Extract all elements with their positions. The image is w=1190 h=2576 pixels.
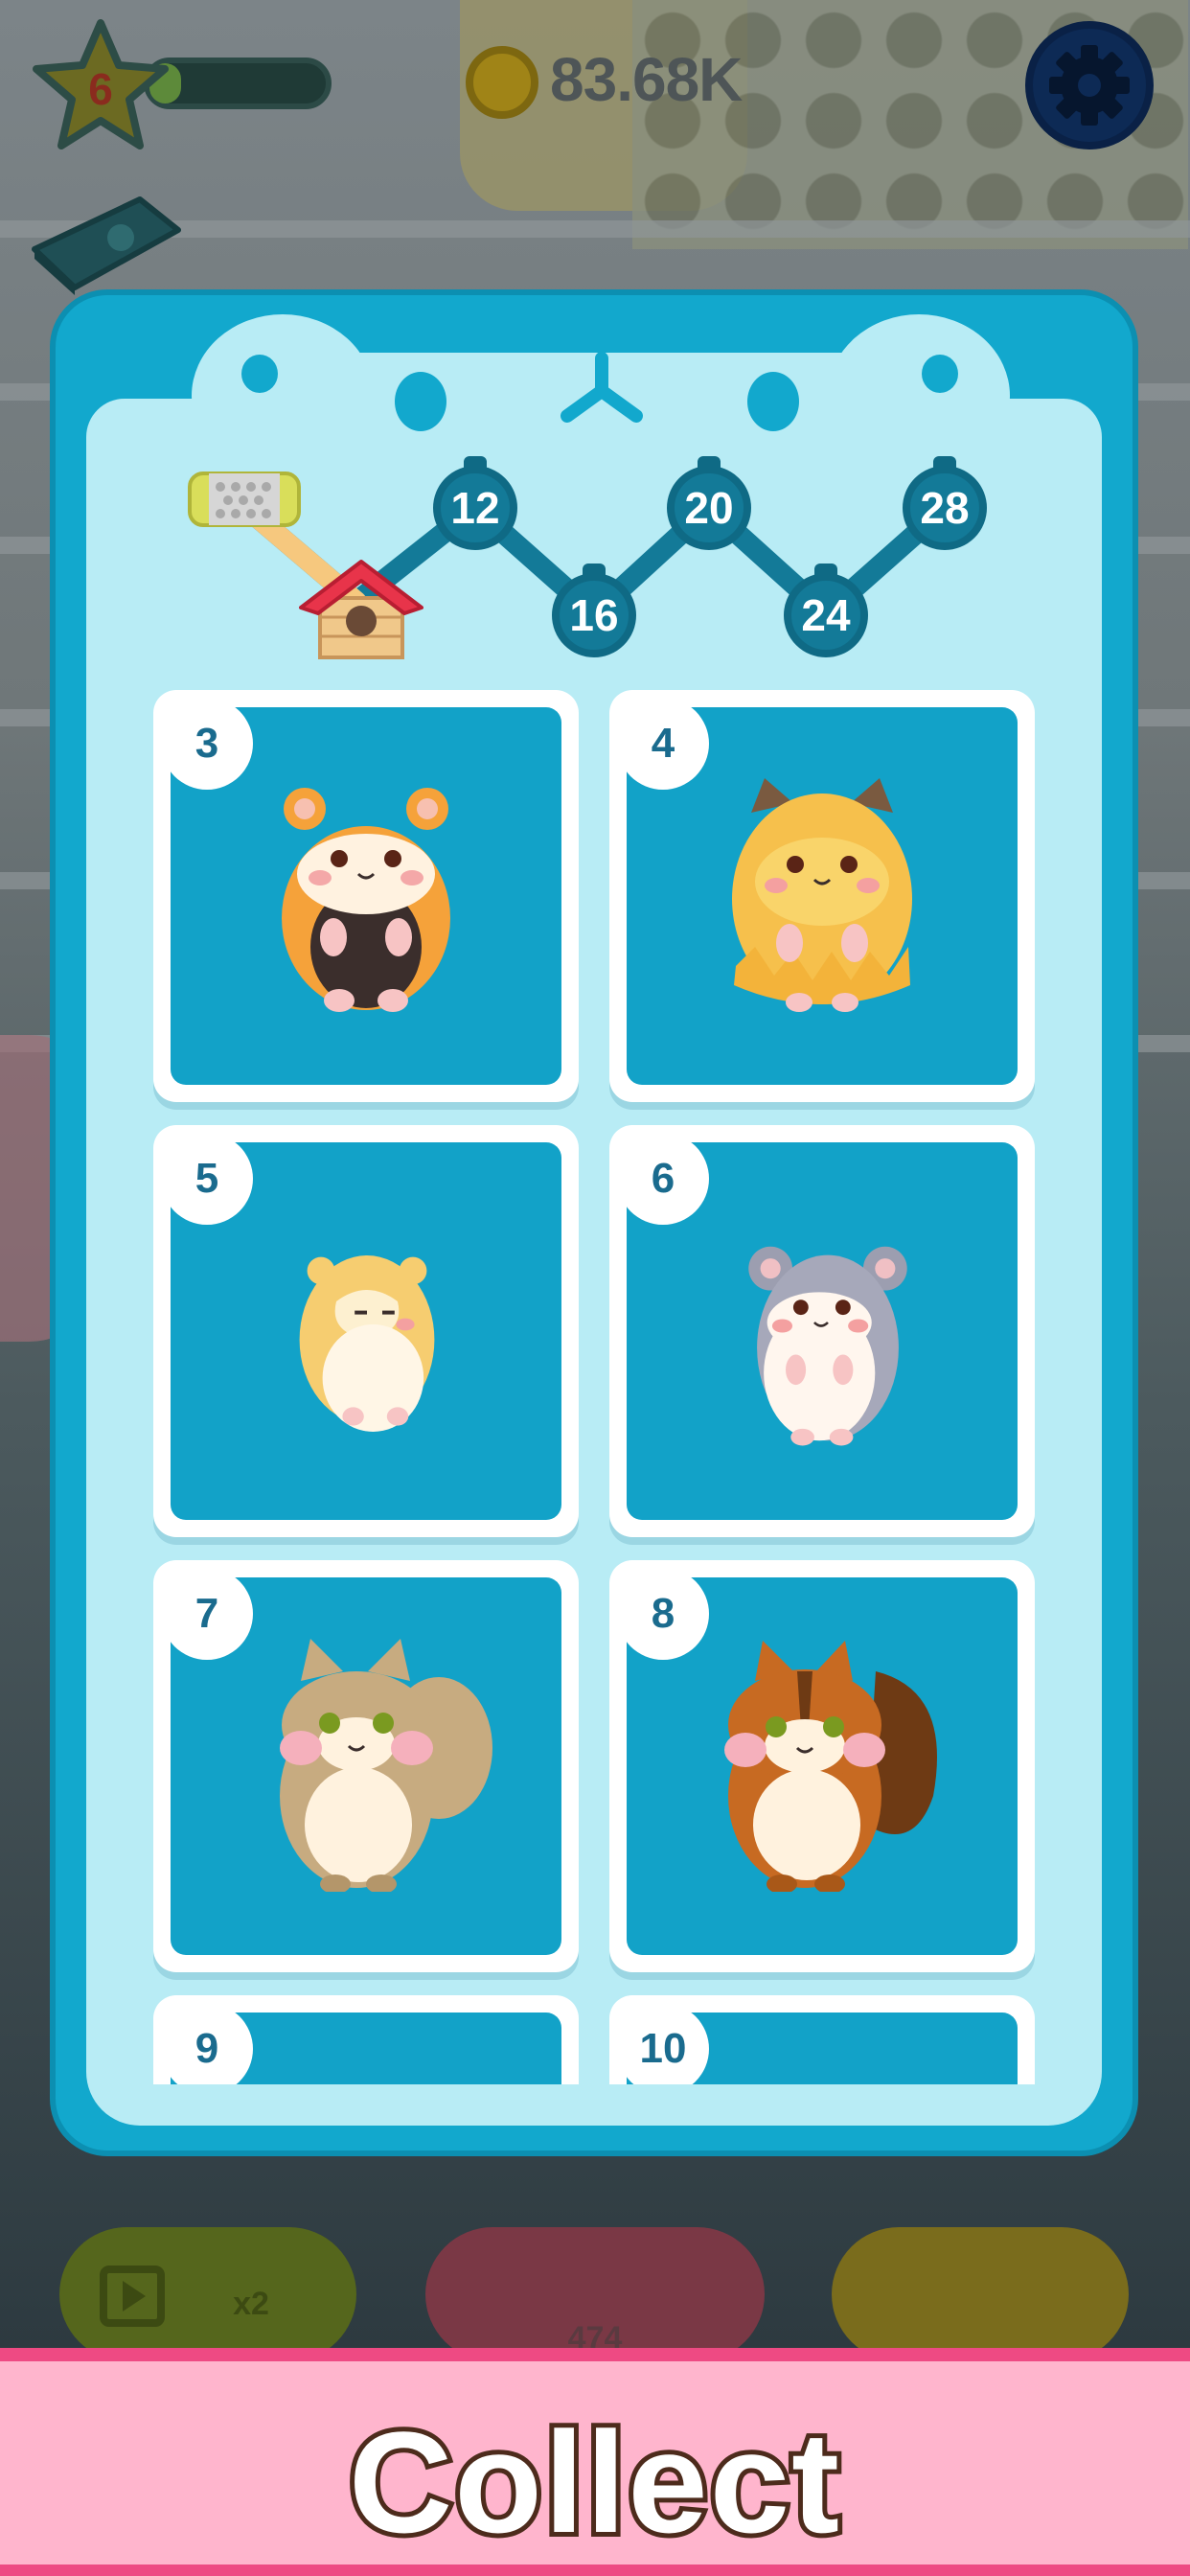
collect-banner: Collect (0, 2348, 1190, 2576)
milestone-node: 16 (552, 564, 636, 657)
milestone-value: 24 (801, 590, 851, 640)
milestone-node: 12 (433, 456, 517, 550)
collection-card[interactable]: 5 (153, 1125, 579, 1537)
face-eye-left (395, 372, 446, 431)
card-level-badge: 5 (161, 1133, 253, 1225)
milestone-value: 12 (450, 483, 500, 533)
collection-card[interactable]: 4 (609, 690, 1035, 1102)
milestone-node: 20 (667, 456, 751, 550)
grey-hamster-icon (748, 1246, 907, 1446)
gear-icon (1049, 45, 1130, 126)
card-level-badge: 3 (161, 698, 253, 790)
collection-book-icon (32, 196, 181, 295)
ad-boost-button: x2 (59, 2227, 356, 2361)
coin-icon (466, 46, 538, 119)
card-level-badge: 8 (617, 1568, 709, 1660)
collection-card[interactable]: 10 (609, 1995, 1035, 2084)
tan-squirrel-icon (280, 1639, 492, 1892)
collection-card[interactable]: 6 (609, 1125, 1035, 1537)
milestone-value: 20 (684, 483, 734, 533)
hamster-list-button (832, 2227, 1129, 2361)
face-eye-right (747, 372, 799, 431)
ad-boost-label: x2 (233, 2286, 269, 2322)
buy-hamster-button: 474 (425, 2227, 765, 2361)
collect-title: Collect (344, 2397, 844, 2567)
collection-card[interactable]: 3 (153, 690, 579, 1102)
coin-balance: 83.68K (550, 45, 743, 114)
collection-card[interactable]: 9 (153, 1995, 579, 2084)
ear-dot-right (922, 355, 958, 393)
collection-card[interactable]: 7 (153, 1560, 579, 1972)
collection-book-button[interactable] (25, 192, 188, 297)
orange-hamster-icon (282, 788, 450, 1012)
level-number: 6 (88, 64, 113, 114)
card-level-badge: 7 (161, 1568, 253, 1660)
golden-fluffy-hamster-icon (732, 778, 912, 1012)
collection-card[interactable]: 8 (609, 1560, 1035, 1972)
milestone-node: 28 (903, 456, 987, 550)
card-level-badge: 6 (617, 1133, 709, 1225)
milestone-node: 24 (784, 564, 868, 657)
card-level-badge: 9 (161, 2003, 253, 2084)
settings-button[interactable] (1025, 21, 1154, 150)
level-star[interactable]: 6 (29, 15, 172, 159)
brown-chipmunk-icon (724, 1641, 937, 1892)
wheel-roller-icon (188, 472, 301, 527)
collection-grid[interactable]: 3 4 5 6 7 8 9 10 (153, 690, 1039, 2084)
card-level-badge: 4 (617, 698, 709, 790)
milestone-value: 16 (569, 590, 619, 640)
cream-hamster-icon (299, 1255, 435, 1432)
milestone-value: 28 (920, 483, 970, 533)
card-level-badge: 10 (617, 2003, 709, 2084)
hamster-house-icon (299, 560, 423, 659)
ear-dot-left (241, 355, 278, 393)
face-nose-mouth (561, 352, 643, 423)
